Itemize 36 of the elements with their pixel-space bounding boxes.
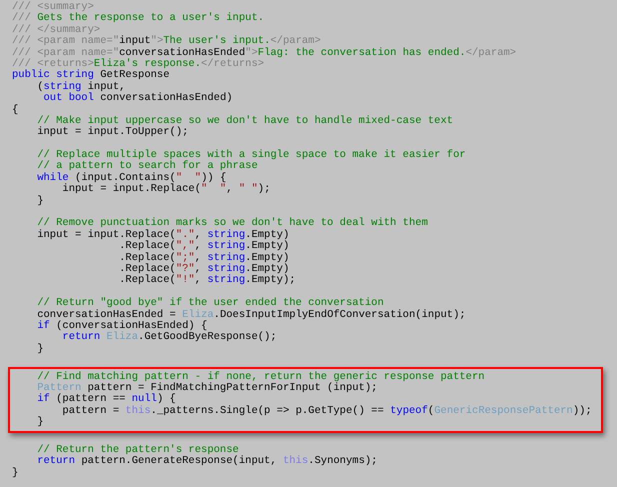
code-line: .Replace("?", string.Empty) [118,264,290,275]
code-line: while (input.Contains(" ")) { [36,172,226,184]
code-line: .Replace(",", string.Empty) [119,241,290,252]
code-line: { [12,104,18,116]
code-line: // Remove punctuation marks so we don't have to deal with them [36,218,428,230]
code-line: out bool conversationHasEnded) [42,93,233,105]
code-line: /// <returns>Eliza's response.</returns> [12,58,264,70]
code-line: public string GetResponse [12,70,170,82]
code-line: // Return the pattern's response [36,444,239,456]
code-line: if (conversationHasEnded) { [36,320,208,332]
code-line: // Make input uppercase so we don't have to handle mixed-case text [36,116,454,127]
code-line: /// <param name="input">The user's input.</param> [12,36,321,48]
code-line: /// <param name="conversationHasEnded">Flag: the conversation has ended.</param> [12,48,516,59]
code-line: return Eliza.GetGoodByeResponse(); [62,332,277,344]
code-line: return pattern.GenerateResponse(input, this.Synonyms); [36,456,378,468]
code-line: } [36,196,44,208]
code-line: /// </summary> [12,24,100,36]
code-line: } [12,468,18,480]
code-line: conversationHasEnded = Eliza.DoesInputImplyEndOfConversation(input); [36,310,466,321]
code-line: // a pattern to search for a phrase [36,161,258,172]
code-line: // Return "good bye" if the user ended the conversation [36,298,384,310]
code-line: /// Gets the response to a user's input. [12,13,264,24]
code-line: (string input, [36,82,126,93]
code-line: pattern = this._patterns.Single(p => p.GetType() == typeof(GenericResponsePattern)); [61,406,592,418]
code-line: input = input.Replace(".", string.Empty) [36,230,290,241]
code-line: } [36,344,44,356]
code-line: } [36,417,44,428]
code-line: Pattern pattern = FindMatchingPatternForInput (input); [36,382,378,394]
code-line: /// <summary> [12,2,94,13]
code-line: .Replace("!", string.Empty); [118,275,296,287]
code-line: input = input.Replace(" ", " "); [61,184,270,196]
code-line: // Replace multiple spaces with a single space to make it easier for [36,150,466,162]
code-line: .Replace(";", string.Empty) [118,252,290,264]
code-line: // Find matching pattern - if none, return the generic response pattern [36,372,485,382]
code-line: if (pattern == null) { [36,394,176,406]
code-line: input = input.ToUpper(); [36,127,188,139]
